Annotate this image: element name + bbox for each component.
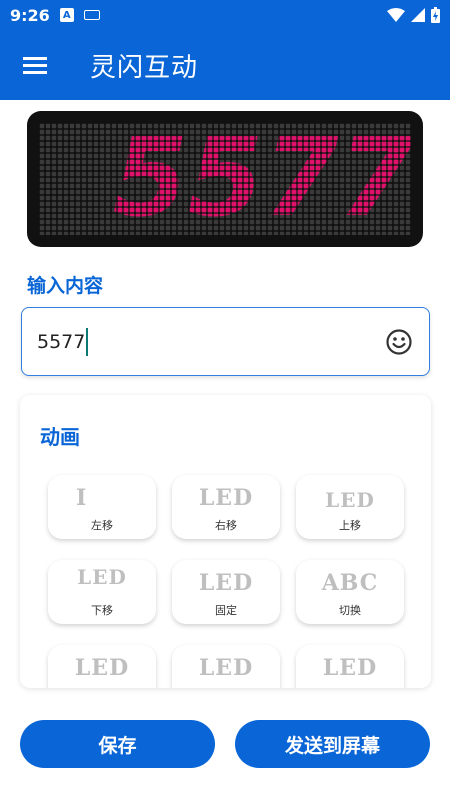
animation-option[interactable]: LED bbox=[296, 645, 404, 688]
animation-preview: I bbox=[76, 485, 88, 511]
status-right-icons bbox=[387, 7, 440, 23]
animation-label: 固定 bbox=[215, 604, 237, 617]
battery-charging-icon bbox=[431, 7, 440, 23]
animation-option-fixed[interactable]: LED 固定 bbox=[172, 560, 280, 624]
animation-label: 切换 bbox=[339, 604, 361, 617]
save-button[interactable]: 保存 bbox=[20, 720, 215, 768]
animation-option[interactable]: LED bbox=[172, 645, 280, 688]
animation-option-up[interactable]: LED 上移 bbox=[296, 475, 404, 539]
animation-option-right[interactable]: LED 右移 bbox=[172, 475, 280, 539]
animation-preview: LED bbox=[198, 655, 254, 681]
animation-option-down[interactable]: LED 下移 bbox=[48, 560, 156, 624]
animation-label: 左移 bbox=[91, 519, 113, 532]
animation-label: 上移 bbox=[339, 519, 361, 532]
text-cursor bbox=[86, 327, 89, 356]
animation-preview: LED bbox=[198, 570, 254, 596]
app-title: 灵闪互动 bbox=[90, 52, 199, 83]
animation-preview: LED bbox=[325, 488, 375, 512]
animation-label: 下移 bbox=[91, 604, 113, 617]
status-bar: 9:26 A bbox=[0, 0, 450, 30]
animation-preview: LED bbox=[198, 485, 254, 511]
animation-preview: ABC bbox=[321, 570, 379, 596]
animation-card: 动画 I 左移 LED 右移 LED 上移 LED 下移 LED 固定 ABC … bbox=[20, 395, 431, 688]
animation-label: 右移 bbox=[215, 519, 237, 532]
cellular-signal-icon bbox=[411, 8, 425, 22]
status-time: 9:26 bbox=[10, 5, 50, 25]
content-input[interactable]: 5577 bbox=[21, 307, 430, 376]
animation-option[interactable]: LED bbox=[48, 645, 156, 688]
animation-option-switch[interactable]: ABC 切换 bbox=[296, 560, 404, 624]
app-screen: 9:26 A 灵闪互动 输入内容 5577 动画 I 左移 LED 右移 LED… bbox=[0, 0, 450, 800]
input-label: 输入内容 bbox=[27, 275, 104, 297]
animation-preview: LED bbox=[74, 655, 130, 681]
emoji-smile-icon[interactable] bbox=[385, 328, 413, 356]
animation-option-left[interactable]: I 左移 bbox=[48, 475, 156, 539]
animation-preview: LED bbox=[77, 565, 127, 589]
wifi-icon bbox=[387, 8, 405, 22]
animation-preview: LED bbox=[322, 655, 378, 681]
keyboard-icon bbox=[83, 10, 100, 20]
translate-app-icon: A bbox=[59, 8, 74, 22]
send-to-screen-button[interactable]: 发送到屏幕 bbox=[235, 720, 430, 768]
animation-title: 动画 bbox=[40, 425, 80, 449]
menu-icon[interactable] bbox=[5, 30, 65, 100]
app-bar: 灵闪互动 bbox=[0, 30, 450, 100]
input-value: 5577 bbox=[37, 330, 86, 353]
led-preview-display[interactable]: 5577 bbox=[27, 111, 423, 247]
